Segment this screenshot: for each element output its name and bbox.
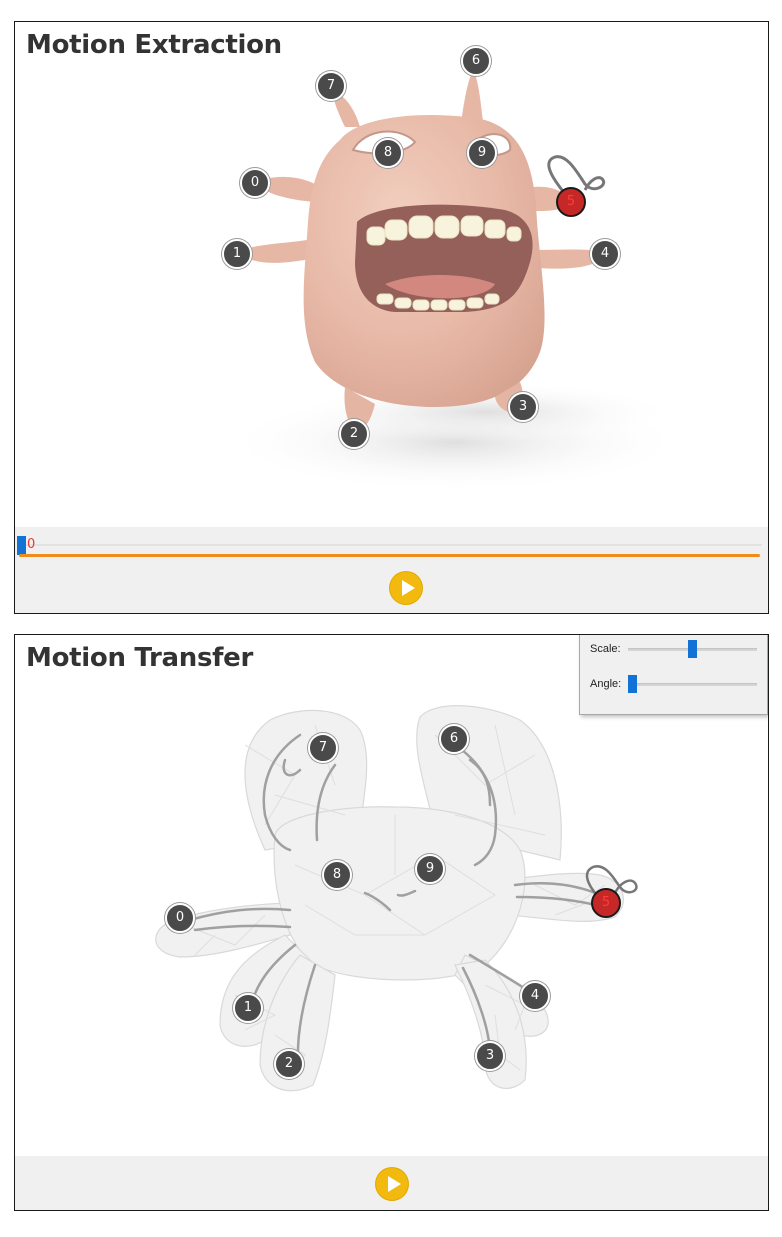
playback-controls: 0 — [15, 527, 768, 613]
keypoint-8[interactable]: 8 — [373, 138, 403, 168]
keypoint-2[interactable]: 2 — [339, 419, 369, 449]
transform-settings-panel: Scale: Angle: — [579, 635, 768, 715]
playback-controls — [15, 1156, 768, 1210]
keypoint-8[interactable]: 8 — [322, 860, 352, 890]
frame-slider-track[interactable] — [19, 544, 762, 546]
keypoint-4[interactable]: 4 — [590, 239, 620, 269]
angle-slider-track[interactable] — [628, 683, 757, 686]
keypoint-0[interactable]: 0 — [165, 903, 195, 933]
keypoint-2[interactable]: 2 — [274, 1049, 304, 1079]
scale-label: Scale: — [590, 643, 621, 655]
keypoint-0[interactable]: 0 — [240, 168, 270, 198]
frame-index-label: 0 — [27, 537, 36, 552]
scale-slider-thumb[interactable] — [688, 640, 697, 658]
keypoint-7[interactable]: 7 — [316, 71, 346, 101]
keypoint-4[interactable]: 4 — [520, 981, 550, 1011]
page-title: Motion Transfer — [26, 643, 253, 673]
keypoint-9[interactable]: 9 — [415, 854, 445, 884]
keypoint-6[interactable]: 6 — [461, 46, 491, 76]
keypoint-7[interactable]: 7 — [308, 733, 338, 763]
timeline-bar[interactable] — [19, 554, 760, 557]
angle-slider-thumb[interactable] — [628, 675, 637, 693]
keypoint-1[interactable]: 1 — [222, 239, 252, 269]
page-title: Motion Extraction — [26, 30, 282, 60]
keypoint-3[interactable]: 3 — [475, 1041, 505, 1071]
keypoint-9[interactable]: 9 — [467, 138, 497, 168]
keypoint-6[interactable]: 6 — [439, 724, 469, 754]
keypoint-3[interactable]: 3 — [508, 392, 538, 422]
play-button[interactable] — [376, 1168, 408, 1200]
frame-slider-thumb[interactable] — [17, 536, 26, 555]
play-button[interactable] — [390, 572, 422, 604]
motion-transfer-panel: Motion Transfer 0 1 2 3 4 5 6 7 8 9 Scal… — [14, 634, 769, 1211]
play-icon — [388, 1176, 401, 1192]
keypoint-5-selected[interactable]: 5 — [591, 888, 621, 918]
motion-extraction-panel: Motion Extraction 0 1 2 3 4 5 6 7 8 9 0 — [14, 21, 769, 614]
play-icon — [402, 580, 415, 596]
keypoint-5-selected[interactable]: 5 — [556, 187, 586, 217]
keypoint-1[interactable]: 1 — [233, 993, 263, 1023]
angle-label: Angle: — [590, 678, 622, 690]
monster-character-image — [15, 22, 768, 529]
